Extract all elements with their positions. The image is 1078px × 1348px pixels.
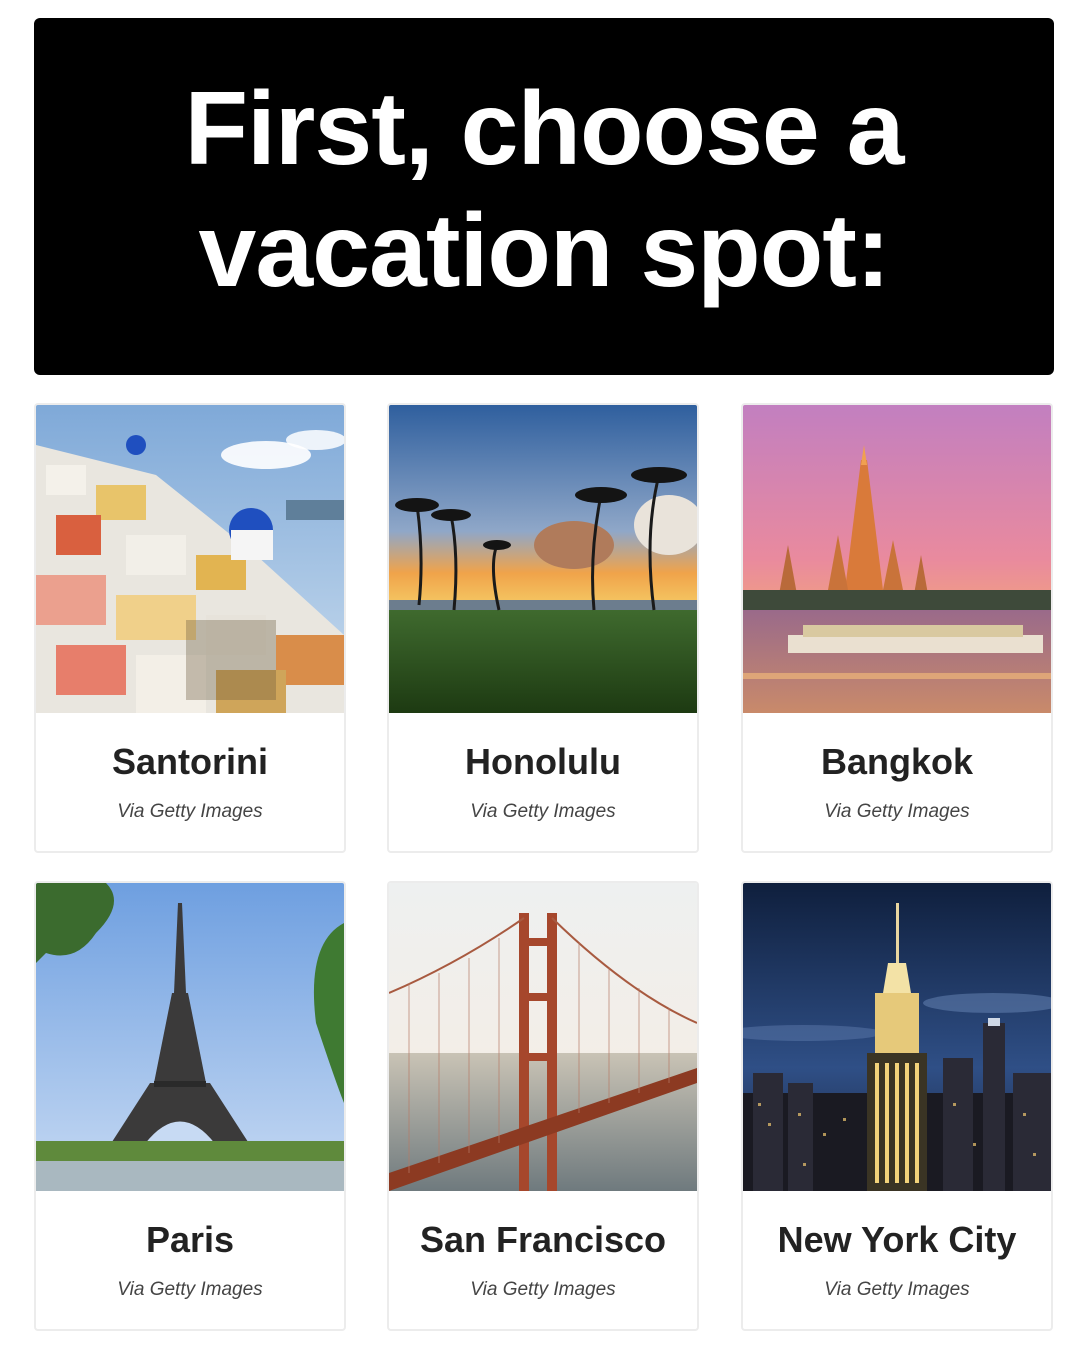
new-york-city-photo [743,883,1051,1191]
honolulu-photo [389,405,697,713]
answer-option-san-francisco[interactable]: San Francisco Via Getty Images [387,881,699,1331]
question-line-2: vacation spot: [198,192,891,309]
answer-option-new-york-city[interactable]: New York City Via Getty Images [741,881,1053,1331]
question-line-1: First, choose a [184,70,905,187]
option-title: Honolulu [465,741,621,782]
option-credit: Via Getty Images [117,801,263,822]
option-credit: Via Getty Images [824,801,970,822]
quiz-question-header: First, choose a vacation spot: [34,18,1054,375]
answer-option-santorini[interactable]: Santorini Via Getty Images [34,403,346,853]
paris-photo [36,883,344,1191]
option-title: Paris [145,1219,235,1260]
option-credit: Via Getty Images [470,801,616,822]
option-title: Bangkok [820,741,974,782]
option-credit: Via Getty Images [824,1279,970,1300]
answer-option-paris[interactable]: Paris Via Getty Images [34,881,346,1331]
santorini-photo [36,405,344,713]
option-credit: Via Getty Images [470,1279,616,1300]
option-title: New York City [777,1219,1017,1260]
bangkok-photo [743,405,1051,713]
question-title: First, choose a vacation spot: [184,68,905,312]
option-title: San Francisco [419,1219,667,1260]
option-credit: Via Getty Images [117,1279,263,1300]
san-francisco-photo [389,883,697,1191]
answer-option-bangkok[interactable]: Bangkok Via Getty Images [741,403,1053,853]
answer-option-honolulu[interactable]: Honolulu Via Getty Images [387,403,699,853]
option-title: Santorini [111,741,268,782]
